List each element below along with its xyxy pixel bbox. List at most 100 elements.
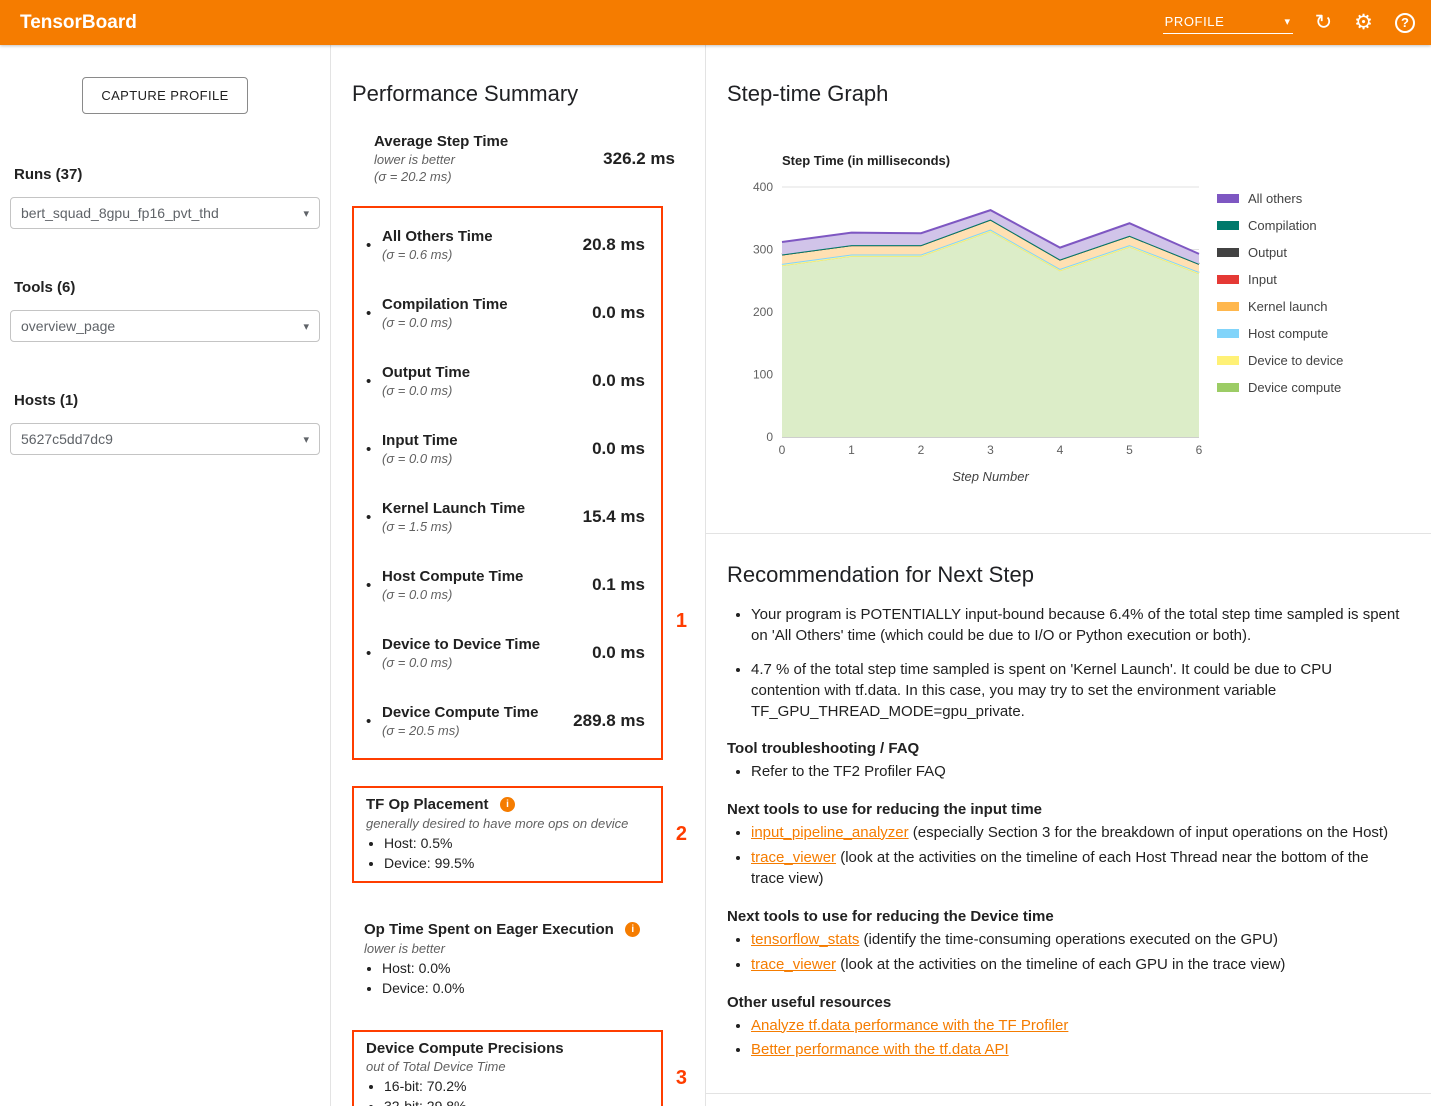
breakdown-value: 289.8 ms bbox=[573, 711, 645, 731]
chart-legend: All othersCompilationOutputInputKernel l… bbox=[1217, 191, 1343, 407]
legend-label: Input bbox=[1248, 272, 1277, 287]
bullet-item: 16-bit: 70.2% bbox=[384, 1077, 649, 1097]
svg-text:1: 1 bbox=[848, 443, 855, 457]
breakdown-sigma: (σ = 0.0 ms) bbox=[382, 655, 592, 670]
recommendation-link[interactable]: Better performance with the tf.data API bbox=[751, 1041, 1009, 1058]
eager-execution-title: Op Time Spent on Eager Execution bbox=[364, 921, 614, 938]
annotation-number-2: 2 bbox=[676, 823, 687, 846]
recommendation-link[interactable]: input_pipeline_analyzer bbox=[751, 824, 909, 841]
help-icon[interactable]: ? bbox=[1395, 13, 1415, 33]
info-icon[interactable]: i bbox=[500, 797, 515, 812]
recommendation-link[interactable]: tensorflow_stats bbox=[751, 931, 859, 948]
breakdown-label: Device Compute Time bbox=[382, 704, 573, 721]
breakdown-item: • Output Time (σ = 0.0 ms) 0.0 ms bbox=[354, 350, 661, 412]
device-compute-precisions-list: 16-bit: 70.2%32-bit: 29.8% bbox=[366, 1077, 649, 1106]
hosts-select-value: 5627c5dd7dc9 bbox=[21, 431, 113, 447]
recommendation-item: Better performance with the tf.data API bbox=[751, 1039, 1405, 1061]
legend-item: Device to device bbox=[1217, 353, 1343, 368]
eager-execution-block: Op Time Spent on Eager Execution i lower… bbox=[352, 913, 663, 1006]
legend-swatch bbox=[1217, 194, 1239, 203]
legend-swatch bbox=[1217, 383, 1239, 392]
dashboard-selector[interactable]: PROFILE ▾ bbox=[1163, 11, 1293, 34]
recommendation-link[interactable]: trace_viewer bbox=[751, 849, 836, 866]
recommendation-bullets: Your program is POTENTIALLY input-bound … bbox=[727, 604, 1405, 722]
legend-item: Kernel launch bbox=[1217, 299, 1343, 314]
recommendation-item: trace_viewer (look at the activities on … bbox=[751, 847, 1405, 891]
recommendation-text: (identify the time-consuming operations … bbox=[859, 931, 1278, 948]
recommendation-section-list: Analyze tf.data performance with the TF … bbox=[727, 1015, 1405, 1062]
breakdown-label: All Others Time bbox=[382, 228, 583, 245]
recommendation-section-list: Refer to the TF2 Profiler FAQ bbox=[727, 761, 1405, 783]
tools-select[interactable]: overview_page ▾ bbox=[10, 310, 320, 342]
recommendation-title: Recommendation for Next Step bbox=[727, 562, 1405, 588]
recommendation-item: Analyze tf.data performance with the TF … bbox=[751, 1015, 1405, 1037]
bullet-item: 32-bit: 29.8% bbox=[384, 1097, 649, 1106]
recommendation-link[interactable]: Analyze tf.data performance with the TF … bbox=[751, 1017, 1068, 1034]
recommendation-text: (look at the activities on the timeline … bbox=[751, 849, 1369, 888]
recommendation-section-list: tensorflow_stats (identify the time-cons… bbox=[727, 929, 1405, 976]
annotation-box-precisions: Device Compute Precisions out of Total D… bbox=[352, 1030, 663, 1106]
breakdown-value: 0.0 ms bbox=[592, 371, 645, 391]
bullet-item: Device: 99.5% bbox=[384, 854, 649, 874]
tools-label: Tools (6) bbox=[14, 279, 320, 296]
recommendation-link[interactable]: trace_viewer bbox=[751, 956, 836, 973]
recommendation-text: Refer to the TF2 Profiler FAQ bbox=[751, 763, 946, 780]
svg-text:100: 100 bbox=[753, 368, 773, 382]
gear-icon[interactable]: ⚙ bbox=[1354, 12, 1373, 33]
info-icon[interactable]: i bbox=[625, 922, 640, 937]
legend-label: Device compute bbox=[1248, 380, 1341, 395]
breakdown-sigma: (σ = 0.0 ms) bbox=[382, 451, 592, 466]
breakdown-label: Device to Device Time bbox=[382, 636, 592, 653]
bullet-icon: • bbox=[366, 373, 382, 390]
app-header: TensorBoard PROFILE ▾ ↻ ⚙ ? bbox=[0, 0, 1431, 45]
breakdown-value: 0.0 ms bbox=[592, 303, 645, 323]
device-compute-precisions-note: out of Total Device Time bbox=[366, 1059, 649, 1074]
bullet-icon: • bbox=[366, 237, 382, 254]
breakdown-item: • All Others Time (σ = 0.6 ms) 20.8 ms bbox=[354, 214, 661, 276]
average-step-time-sigma: (σ = 20.2 ms) bbox=[374, 169, 508, 184]
tf-op-placement-title: TF Op Placement bbox=[366, 796, 489, 813]
runs-selector-group: Runs (37) bert_squad_8gpu_fp16_pvt_thd ▾ bbox=[10, 166, 320, 229]
bullet-item: Host: 0.0% bbox=[382, 959, 651, 979]
bullet-icon: • bbox=[366, 509, 382, 526]
reload-icon[interactable]: ↻ bbox=[1315, 12, 1333, 33]
recommendation-item: Refer to the TF2 Profiler FAQ bbox=[751, 761, 1405, 783]
annotation-number-3: 3 bbox=[676, 1067, 687, 1090]
hosts-select[interactable]: 5627c5dd7dc9 ▾ bbox=[10, 423, 320, 455]
legend-label: Device to device bbox=[1248, 353, 1343, 368]
breakdown-value: 20.8 ms bbox=[583, 235, 645, 255]
breakdown-item: • Kernel Launch Time (σ = 1.5 ms) 15.4 m… bbox=[354, 486, 661, 548]
breakdown-sigma: (σ = 0.6 ms) bbox=[382, 247, 583, 262]
hosts-label: Hosts (1) bbox=[14, 392, 320, 409]
breakdown-label: Compilation Time bbox=[382, 296, 592, 313]
breakdown-sigma: (σ = 0.0 ms) bbox=[382, 383, 592, 398]
recommendation-item: input_pipeline_analyzer (especially Sect… bbox=[751, 822, 1405, 844]
breakdown-item: • Device to Device Time (σ = 0.0 ms) 0.0… bbox=[354, 622, 661, 684]
breakdown-sigma: (σ = 0.0 ms) bbox=[382, 315, 592, 330]
recommendation-sections: Tool troubleshooting / FAQ Refer to the … bbox=[727, 740, 1405, 1061]
svg-text:2: 2 bbox=[918, 443, 925, 457]
legend-swatch bbox=[1217, 302, 1239, 311]
runs-select[interactable]: bert_squad_8gpu_fp16_pvt_thd ▾ bbox=[10, 197, 320, 229]
legend-item: Output bbox=[1217, 245, 1343, 260]
breakdown-sigma: (σ = 0.0 ms) bbox=[382, 587, 592, 602]
capture-profile-button[interactable]: CAPTURE PROFILE bbox=[82, 77, 247, 114]
hosts-selector-group: Hosts (1) 5627c5dd7dc9 ▾ bbox=[10, 392, 320, 455]
recommendation-item: trace_viewer (look at the activities on … bbox=[751, 954, 1405, 976]
legend-item: Host compute bbox=[1217, 326, 1343, 341]
chevron-down-icon: ▾ bbox=[1284, 15, 1290, 28]
svg-text:3: 3 bbox=[987, 443, 994, 457]
breakdown-item: • Input Time (σ = 0.0 ms) 0.0 ms bbox=[354, 418, 661, 480]
recommendation-text: (especially Section 3 for the breakdown … bbox=[909, 824, 1388, 841]
recommendation-section: Next tools to use for reducing the Devic… bbox=[727, 908, 1405, 976]
recommendation-section-heading: Other useful resources bbox=[727, 994, 1405, 1011]
legend-label: All others bbox=[1248, 191, 1302, 206]
svg-text:0: 0 bbox=[779, 443, 786, 457]
tools-selector-group: Tools (6) overview_page ▾ bbox=[10, 279, 320, 342]
svg-text:5: 5 bbox=[1126, 443, 1133, 457]
tf-op-placement-list: Host: 0.5%Device: 99.5% bbox=[366, 834, 649, 873]
svg-text:0: 0 bbox=[766, 430, 773, 444]
recommendation-section-heading: Next tools to use for reducing the Devic… bbox=[727, 908, 1405, 925]
breakdown-sigma: (σ = 20.5 ms) bbox=[382, 723, 573, 738]
chevron-down-icon: ▾ bbox=[303, 320, 309, 333]
